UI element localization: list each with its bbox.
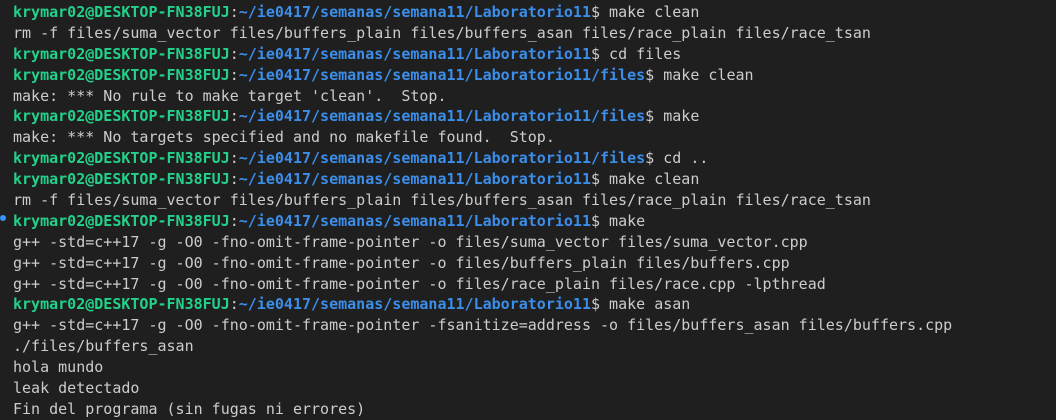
prompt-symbol: $	[590, 295, 601, 314]
command-text: make clean	[600, 3, 700, 21]
prompt-separator: :	[229, 44, 239, 63]
output-text: g++ -std=c++17 -g -O0 -fno-omit-frame-po…	[13, 316, 953, 335]
prompt-symbol: $	[590, 3, 601, 21]
output-text: rm -f files/suma_vector files/buffers_pl…	[13, 191, 871, 210]
output-text: g++ -std=c++17 -g -O0 -fno-omit-frame-po…	[13, 232, 808, 251]
prompt-user: krymar02@DESKTOP-FN38FUJ	[13, 3, 230, 21]
prompt-path: ~/ie0417/semanas/semana11/Laboratorio11/…	[238, 107, 646, 126]
prompt-path: ~/ie0417/semanas/semana11/Laboratorio11/…	[238, 149, 646, 168]
output-line: Fin del programa (sin fugas ni errores)	[13, 399, 1056, 420]
prompt-separator: :	[229, 211, 239, 230]
command-text: make clean	[654, 65, 754, 84]
prompt-user: krymar02@DESKTOP-FN38FUJ	[13, 107, 230, 126]
prompt-symbol: $	[590, 170, 601, 189]
output-line: leak detectado	[13, 378, 1056, 399]
output-text: g++ -std=c++17 -g -O0 -fno-omit-frame-po…	[13, 253, 790, 272]
prompt-path: ~/ie0417/semanas/semana11/Laboratorio11	[238, 211, 591, 230]
command-text: cd ..	[654, 149, 709, 168]
command-text: make	[600, 211, 646, 230]
prompt-path: ~/ie0417/semanas/semana11/Laboratorio11	[238, 170, 591, 189]
prompt-user: krymar02@DESKTOP-FN38FUJ	[13, 295, 230, 314]
prompt-line: krymar02@DESKTOP-FN38FUJ:~/ie0417/semana…	[13, 169, 1056, 190]
output-line: g++ -std=c++17 -g -O0 -fno-omit-frame-po…	[13, 232, 1056, 253]
output-text: Fin del programa (sin fugas ni errores)	[13, 399, 366, 418]
output-line: make: *** No rule to make target 'clean'…	[13, 86, 1056, 107]
prompt-path: ~/ie0417/semanas/semana11/Laboratorio11/…	[238, 65, 646, 84]
prompt-user: krymar02@DESKTOP-FN38FUJ	[13, 170, 230, 189]
output-text: rm -f files/suma_vector files/buffers_pl…	[13, 23, 871, 42]
command-text: make clean	[600, 170, 700, 189]
command-text: make	[654, 107, 700, 126]
prompt-separator: :	[229, 65, 239, 84]
output-text: hola mundo	[13, 358, 104, 377]
terminal-output[interactable]: krymar02@DESKTOP-FN38FUJ:~/ie0417/semana…	[0, 0, 1056, 420]
prompt-symbol: $	[590, 211, 601, 230]
prompt-separator: :	[229, 295, 239, 314]
output-line: g++ -std=c++17 -g -O0 -fno-omit-frame-po…	[13, 274, 1056, 295]
output-text: g++ -std=c++17 -g -O0 -fno-omit-frame-po…	[13, 274, 826, 293]
prompt-user: krymar02@DESKTOP-FN38FUJ	[13, 211, 230, 230]
prompt-user: krymar02@DESKTOP-FN38FUJ	[13, 149, 230, 168]
prompt-symbol: $	[645, 149, 655, 168]
prompt-symbol: $	[645, 107, 655, 126]
output-line: hola mundo	[13, 357, 1056, 378]
prompt-line: krymar02@DESKTOP-FN38FUJ:~/ie0417/semana…	[13, 148, 1056, 169]
prompt-line: krymar02@DESKTOP-FN38FUJ:~/ie0417/semana…	[13, 65, 1056, 86]
output-line: g++ -std=c++17 -g -O0 -fno-omit-frame-po…	[13, 315, 1056, 336]
output-line: g++ -std=c++17 -g -O0 -fno-omit-frame-po…	[13, 253, 1056, 274]
command-text: cd files	[600, 44, 682, 63]
prompt-path: ~/ie0417/semanas/semana11/Laboratorio11	[238, 44, 591, 63]
prompt-line: krymar02@DESKTOP-FN38FUJ:~/ie0417/semana…	[13, 2, 1056, 23]
prompt-path: ~/ie0417/semanas/semana11/Laboratorio11	[238, 3, 591, 21]
prompt-user: krymar02@DESKTOP-FN38FUJ	[13, 44, 230, 63]
prompt-separator: :	[229, 170, 239, 189]
output-line: rm -f files/suma_vector files/buffers_pl…	[13, 190, 1056, 211]
output-text: make: *** No rule to make target 'clean'…	[13, 86, 447, 105]
prompt-symbol: $	[590, 44, 601, 63]
output-text: leak detectado	[13, 379, 140, 398]
output-line: make: *** No targets specified and no ma…	[13, 127, 1056, 148]
prompt-path: ~/ie0417/semanas/semana11/Laboratorio11	[238, 295, 591, 314]
output-text: ./files/buffers_asan	[13, 337, 194, 356]
output-text: make: *** No targets specified and no ma…	[13, 128, 555, 147]
prompt-line: krymar02@DESKTOP-FN38FUJ:~/ie0417/semana…	[13, 294, 1056, 315]
prompt-line: krymar02@DESKTOP-FN38FUJ:~/ie0417/semana…	[13, 44, 1056, 65]
output-line: ./files/buffers_asan	[13, 336, 1056, 357]
command-text: make asan	[600, 295, 691, 314]
prompt-line: krymar02@DESKTOP-FN38FUJ:~/ie0417/semana…	[13, 106, 1056, 127]
prompt-separator: :	[229, 3, 239, 21]
prompt-separator: :	[229, 149, 239, 168]
prompt-separator: :	[229, 107, 239, 126]
command-decoration-marker[interactable]	[0, 215, 6, 221]
prompt-line: krymar02@DESKTOP-FN38FUJ:~/ie0417/semana…	[13, 211, 1056, 232]
prompt-symbol: $	[645, 65, 655, 84]
prompt-user: krymar02@DESKTOP-FN38FUJ	[13, 65, 230, 84]
terminal-lines: krymar02@DESKTOP-FN38FUJ:~/ie0417/semana…	[13, 2, 1056, 420]
output-line: rm -f files/suma_vector files/buffers_pl…	[13, 23, 1056, 44]
